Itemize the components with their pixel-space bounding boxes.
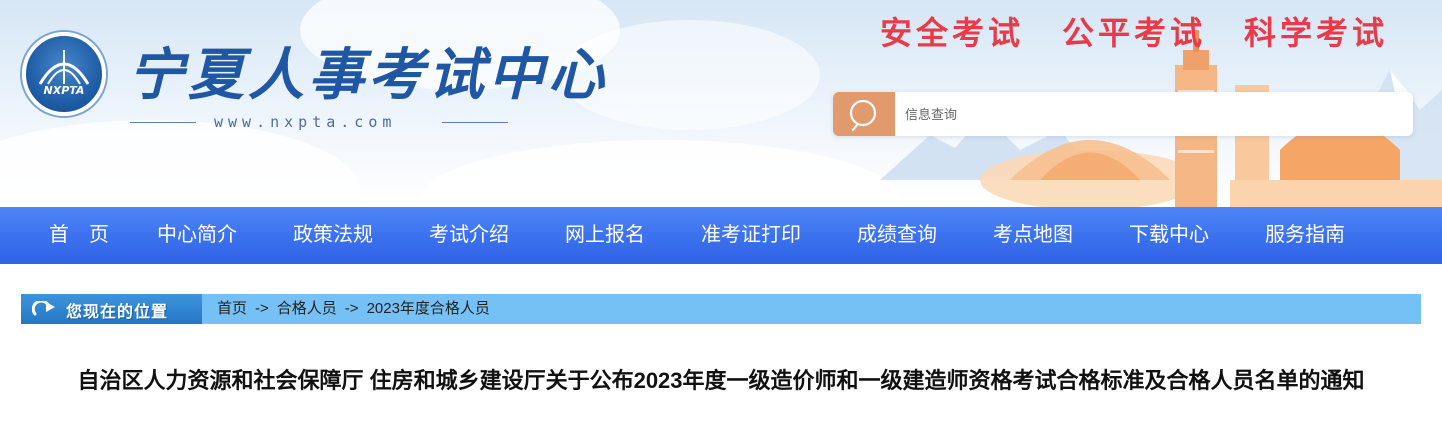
site-url-row: www.nxpta.com: [130, 113, 510, 133]
slogans: 安全考试 公平考试 科学考试: [880, 8, 1388, 54]
logo-emblem[interactable]: NXPTA: [22, 32, 106, 116]
nav-item-about[interactable]: 中心简介: [157, 207, 237, 264]
breadcrumb-trail: 首页 -> 合格人员 -> 2023年度合格人员: [217, 294, 490, 324]
emblem-text: NXPTA: [44, 84, 85, 97]
nav-item-service-guide[interactable]: 服务指南: [1265, 207, 1345, 264]
site-logo-title[interactable]: 宁夏人事考试中心: [128, 30, 608, 111]
search-icon: [849, 99, 877, 132]
nav-item-venue-map[interactable]: 考点地图: [993, 207, 1073, 264]
breadcrumb-qualified[interactable]: 合格人员: [277, 300, 337, 317]
slogan-safe: 安全考试: [880, 14, 1025, 52]
breadcrumb: 您现在的位置 首页 -> 合格人员 -> 2023年度合格人员: [21, 294, 1421, 324]
divider: [130, 122, 196, 123]
breadcrumb-separator: ->: [255, 300, 269, 317]
logo-icon: NXPTA: [38, 50, 90, 97]
location-arrow-icon: [32, 301, 55, 316]
search-box: [833, 92, 1413, 136]
search-button[interactable]: [833, 92, 895, 136]
nav-item-registration[interactable]: 网上报名: [565, 207, 645, 264]
main-nav: 首 页 中心简介 政策法规 考试介绍 网上报名 准考证打印 成绩查询 考点地图 …: [0, 207, 1442, 264]
cloud-decoration: [0, 120, 360, 207]
search-input[interactable]: [905, 92, 1395, 136]
breadcrumb-label-box: 您现在的位置: [21, 294, 202, 324]
nav-item-scores[interactable]: 成绩查询: [857, 207, 937, 264]
breadcrumb-label: 您现在的位置: [66, 304, 169, 321]
slogan-scientific: 科学考试: [1244, 14, 1389, 52]
breadcrumb-current[interactable]: 2023年度合格人员: [367, 300, 490, 317]
nav-item-policy[interactable]: 政策法规: [293, 207, 373, 264]
nav-item-home[interactable]: 首 页: [49, 207, 109, 264]
slogan-fair: 公平考试: [1062, 14, 1207, 52]
breadcrumb-home[interactable]: 首页: [217, 300, 247, 317]
breadcrumb-separator: ->: [344, 300, 359, 317]
nav-item-downloads[interactable]: 下载中心: [1129, 207, 1209, 264]
divider: [442, 122, 508, 123]
nav-item-exams[interactable]: 考试介绍: [429, 207, 509, 264]
site-header: NXPTA 宁夏人事考试中心 www.nxpta.com 安全考试 公平考试 科学考…: [0, 0, 1442, 207]
article-title: 自治区人力资源和社会保障厅 住房和城乡建设厅关于公布2023年度一级造价师和一级…: [77, 368, 1365, 393]
site-url: www.nxpta.com: [214, 113, 397, 131]
nav-item-admission-ticket[interactable]: 准考证打印: [701, 207, 801, 264]
cloud-decoration: [420, 140, 900, 207]
